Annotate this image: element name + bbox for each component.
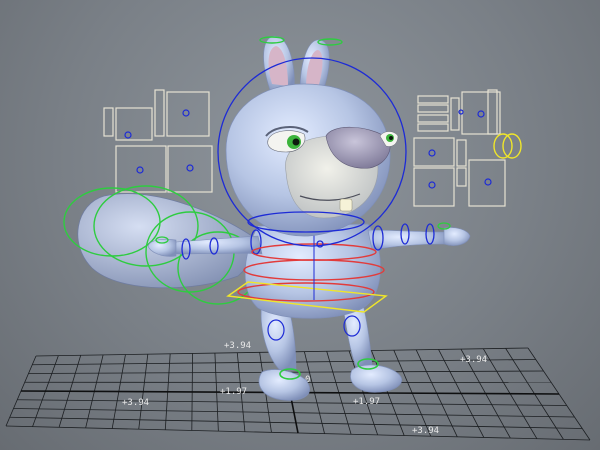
picker-btn-r3[interactable] [417,114,449,123]
eye-aim-controls[interactable] [493,133,522,159]
grid-label-back-right: +3.94 [460,355,487,365]
picker-box-r-mouth-r[interactable] [468,159,506,207]
squirrel-body [244,223,381,319]
picker-slider-r4[interactable] [456,167,467,187]
picker-slider-r1[interactable] [450,97,460,131]
maya-3d-viewport[interactable]: +3.94 +3.94 +1.97 +1.97 +3.94 +3.94 0 [0,0,600,450]
picker-dot[interactable] [124,131,132,139]
face-picker-right[interactable] [413,89,506,207]
picker-btn-r1[interactable] [417,95,449,104]
picker-dot[interactable] [136,166,144,174]
picker-box-cheek-l[interactable] [115,145,167,193]
grid-label-front-left: +3.94 [122,398,149,408]
picker-box-brow-l[interactable] [115,107,153,141]
picker-dot[interactable] [186,164,194,172]
picker-dot[interactable] [182,109,190,117]
picker-slider-r2[interactable] [487,89,498,135]
picker-btn-r2[interactable] [417,104,449,113]
picker-box-r-cheek-l[interactable] [413,137,455,167]
picker-dot[interactable] [477,110,485,118]
picker-box-brow-r[interactable] [166,91,210,137]
picker-box-r-brow[interactable] [461,91,501,135]
picker-slider-r3[interactable] [456,139,467,167]
grid-label-back-left: +3.94 [224,341,251,351]
grid-label-mid-left: +1.97 [220,387,247,397]
picker-slider-l1[interactable] [103,107,114,137]
picker-btn-r4[interactable] [417,123,449,132]
squirrel-head [225,83,399,237]
picker-dot[interactable] [428,149,436,157]
grid-label-mid-right: +1.97 [353,397,380,407]
picker-dot[interactable] [428,181,436,189]
grid-label-front-right: +3.94 [412,426,439,436]
picker-box-cheek-r[interactable] [167,145,213,193]
picker-slider-l2[interactable] [154,89,165,137]
picker-dot[interactable] [484,178,492,186]
face-picker-left[interactable] [103,89,213,193]
